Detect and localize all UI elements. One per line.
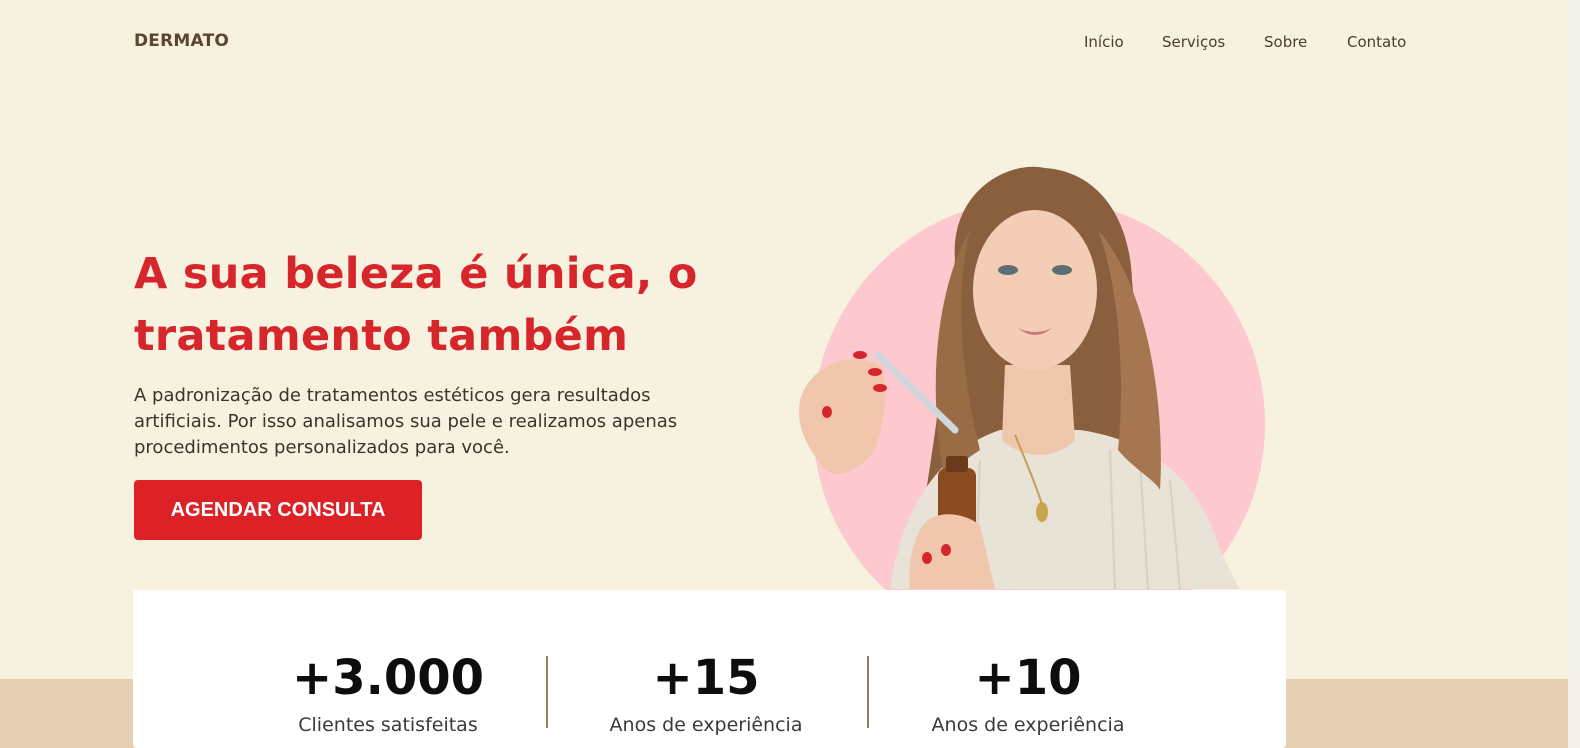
hero-photo <box>799 166 1265 590</box>
hero-title: A sua beleza é única, o tratamento també… <box>134 249 698 361</box>
stat-divider <box>546 656 548 728</box>
stat-years: +15 Anos de experiência <box>586 590 826 736</box>
schedule-consultation-button[interactable]: AGENDAR CONSULTA <box>134 480 422 540</box>
stat-years-2: +10 Anos de experiência <box>908 590 1148 736</box>
stat-value: +10 <box>974 650 1082 706</box>
nav-link-sobre[interactable]: Sobre <box>1264 33 1307 51</box>
nav-link-servicos[interactable]: Serviços <box>1162 33 1225 51</box>
stat-value: +3.000 <box>291 650 485 706</box>
stat-divider <box>867 656 869 728</box>
stats-card: +3.000 Clientes satisfeitas +15 Anos de … <box>133 590 1286 748</box>
stat-label: Anos de experiência <box>931 714 1125 736</box>
stat-clients: +3.000 Clientes satisfeitas <box>268 590 508 736</box>
hero-description: A padronização de tratamentos estéticos … <box>134 385 678 458</box>
stat-label: Anos de experiência <box>609 714 803 736</box>
main-nav: Início Serviços Sobre Contato <box>0 33 1408 53</box>
stat-value: +15 <box>652 650 760 706</box>
scrollbar-track[interactable] <box>1568 0 1580 748</box>
stat-label: Clientes satisfeitas <box>298 714 478 736</box>
nav-link-inicio[interactable]: Início <box>1084 33 1124 51</box>
nav-link-contato[interactable]: Contato <box>1347 33 1406 51</box>
